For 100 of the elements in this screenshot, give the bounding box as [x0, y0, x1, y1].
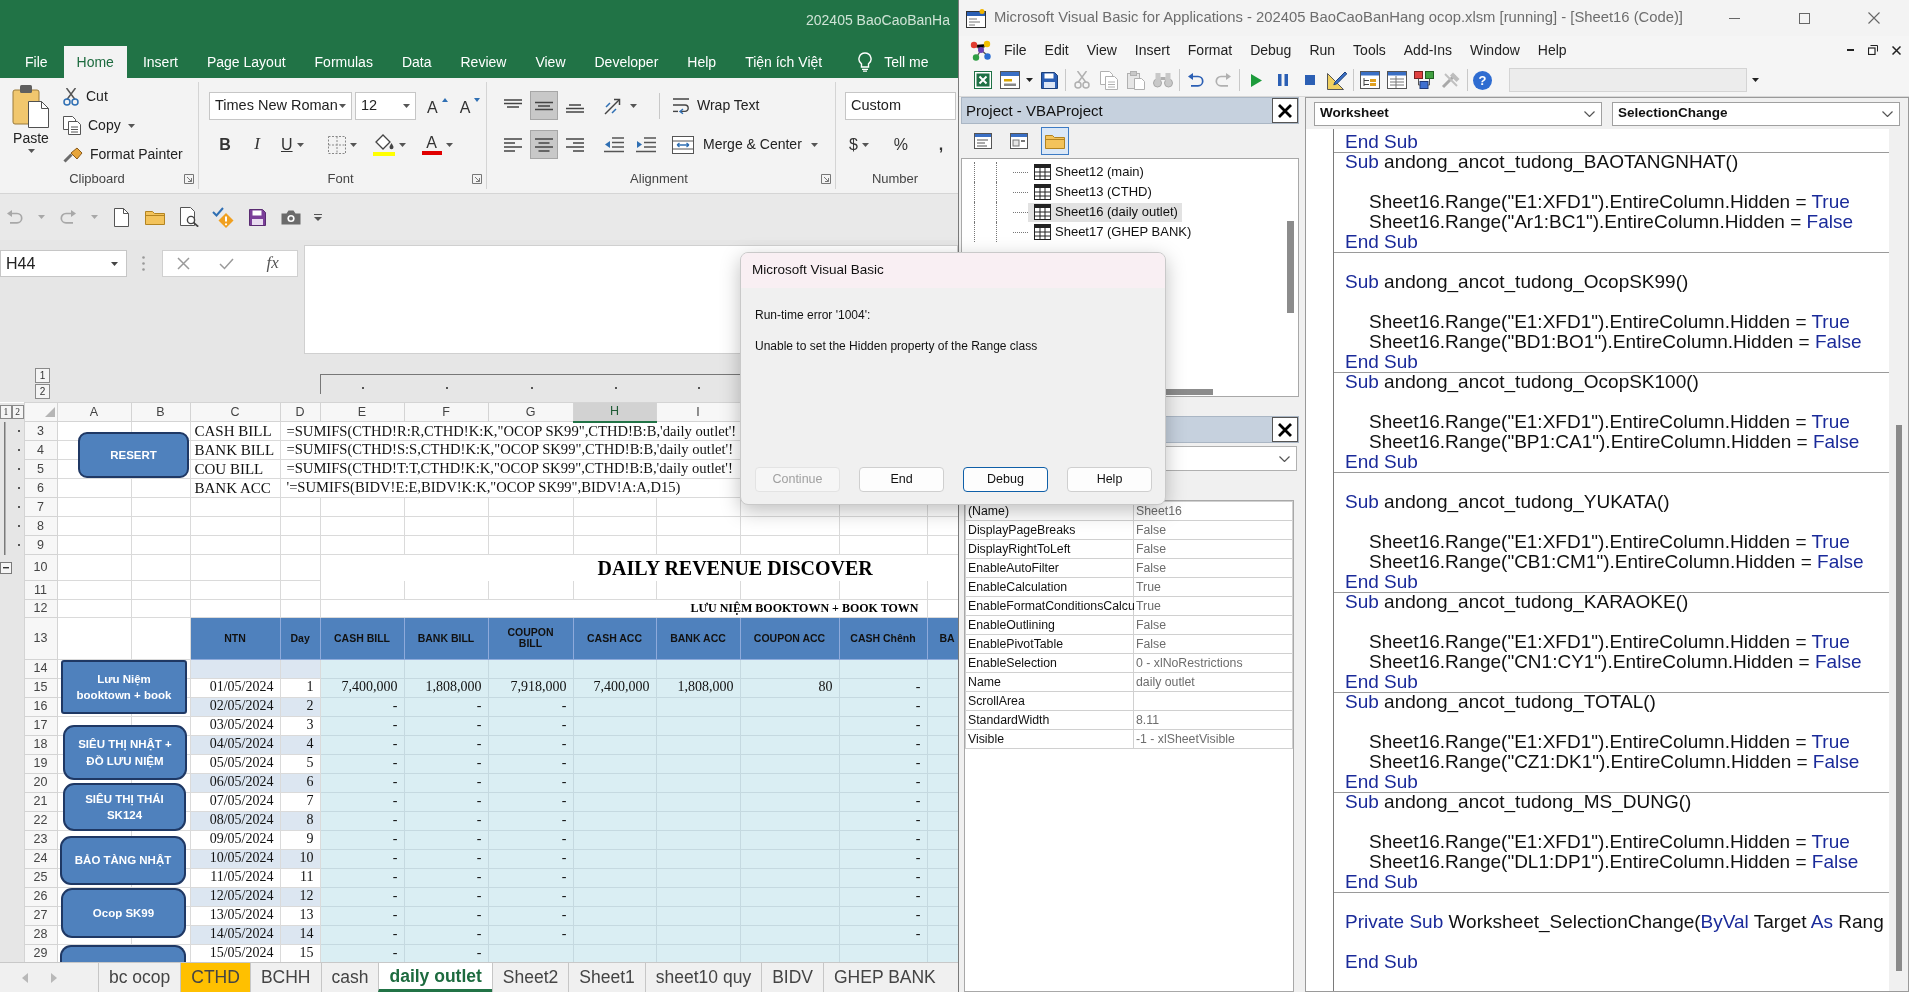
column-header[interactable]: CASH BILL	[320, 617, 404, 660]
tree-item[interactable]: Sheet17 (GHEP BANK)	[1028, 222, 1196, 242]
sheet-tab[interactable]: Sheet2	[491, 963, 569, 992]
maximize-icon[interactable]	[1798, 12, 1810, 24]
menu-item[interactable]: Run	[1300, 41, 1345, 59]
currency-button[interactable]: $	[845, 130, 873, 159]
menu-item[interactable]: Add-Ins	[1394, 41, 1462, 59]
close-icon[interactable]	[1277, 421, 1293, 438]
close-icon[interactable]	[1892, 45, 1901, 55]
ribbon-tab[interactable]: Insert	[129, 46, 191, 78]
column-header[interactable]: NTN	[190, 617, 280, 660]
property-name[interactable]: EnablePivotTable	[965, 634, 1134, 654]
minimize-icon[interactable]	[1728, 17, 1740, 19]
property-value[interactable]: False	[1133, 520, 1293, 540]
cut-button[interactable]: Cut	[61, 84, 185, 109]
sheet-column-header[interactable]: C	[190, 402, 280, 422]
menu-item[interactable]: Insert	[1125, 41, 1179, 59]
menu-item[interactable]: Format	[1178, 41, 1242, 59]
property-name[interactable]: EnableCalculation	[965, 577, 1134, 597]
play-icon[interactable]	[1250, 73, 1262, 87]
number-format-field[interactable]: Custom	[845, 91, 956, 120]
sheet-column-header[interactable]: E	[320, 402, 404, 422]
macro-button[interactable]: Lưu Niệm booktown + book	[61, 660, 187, 714]
property-name[interactable]: Visible	[965, 729, 1134, 749]
sheet-column-header[interactable]: F	[404, 402, 488, 422]
column-header[interactable]: BANK BILL	[404, 617, 488, 660]
ribbon-tab[interactable]: Formulas	[301, 46, 386, 78]
ribbon-tab[interactable]: Page Layout	[193, 46, 299, 78]
sheet-column-header[interactable]: G	[488, 402, 573, 422]
ribbon-tab[interactable]: Help	[674, 46, 730, 78]
customize-caret-icon[interactable]	[314, 213, 322, 221]
property-value[interactable]: daily outlet	[1133, 672, 1293, 692]
object-dropdown[interactable]: Worksheet	[1314, 101, 1602, 126]
property-value[interactable]: 8.11	[1133, 710, 1293, 730]
property-name[interactable]: EnableSelection	[965, 653, 1134, 673]
menu-item[interactable]: Help	[1528, 41, 1576, 59]
help-button[interactable]: ?	[1473, 70, 1492, 90]
property-name[interactable]: EnableOutlining	[965, 615, 1134, 635]
underline-button[interactable]: U	[277, 130, 308, 159]
menu-item[interactable]: Tools	[1344, 41, 1395, 59]
percent-button[interactable]: %	[888, 130, 913, 159]
menu-item[interactable]: Edit	[1035, 41, 1078, 59]
launcher-icon[interactable]	[472, 174, 482, 184]
property-name[interactable]: EnableAutoFilter	[965, 558, 1134, 578]
close-button[interactable]	[1272, 417, 1298, 442]
macro-button[interactable]: SIÊU THỊ THÁI SK124	[63, 783, 186, 831]
scrollbar-thumb[interactable]	[1286, 221, 1294, 313]
property-name[interactable]: DisplayRightToLeft	[965, 539, 1134, 559]
macro-button[interactable]	[60, 945, 186, 962]
dialog-button[interactable]: Help	[1067, 467, 1152, 492]
property-name[interactable]: ScrollArea	[965, 691, 1134, 711]
sheet-tab[interactable]: Sheet1	[568, 963, 645, 992]
name-box[interactable]: H44	[0, 250, 127, 277]
property-name[interactable]: EnableFormatConditionsCalcu	[965, 596, 1134, 616]
tree-item[interactable]: Sheet16 (daily outlet)	[1028, 202, 1182, 222]
column-header[interactable]: COUPON BILL	[488, 617, 573, 660]
property-value[interactable]: False	[1133, 558, 1293, 578]
sheet-tab[interactable]: BCHH	[249, 963, 321, 992]
property-name[interactable]: StandardWidth	[965, 710, 1134, 730]
align-center-button[interactable]	[530, 130, 558, 159]
sheet-column-header[interactable]: B	[131, 402, 190, 422]
ribbon-tab[interactable]: Tiện ích Việt	[732, 46, 836, 78]
property-value[interactable]: 0 - xlNoRestrictions	[1133, 653, 1293, 673]
property-name[interactable]: Name	[965, 672, 1134, 692]
sheet-column-header[interactable]: A	[57, 402, 131, 422]
row-header[interactable]: 13	[24, 617, 57, 660]
column-header[interactable]: COUPON ACC	[740, 617, 839, 660]
close-button[interactable]	[1272, 98, 1298, 123]
macro-button[interactable]: RESERT	[78, 432, 189, 478]
row-header[interactable]: 10	[24, 554, 57, 581]
cancel-icon[interactable]	[177, 257, 191, 270]
scrollbar-thumb[interactable]	[1895, 425, 1902, 971]
merge-center-button[interactable]: Merge & Center	[670, 132, 820, 157]
copy-button[interactable]: Copy	[61, 113, 185, 138]
menu-item[interactable]: View	[1077, 41, 1126, 59]
print-preview-button[interactable]	[178, 205, 200, 229]
column-header[interactable]: BANK ACC	[656, 617, 740, 660]
view-excel-button[interactable]	[972, 68, 994, 92]
paste-button[interactable]: Paste	[8, 82, 54, 169]
sheet-tab[interactable]: GHEP BANK	[823, 963, 946, 992]
code-window-icon[interactable]	[974, 133, 992, 149]
menu-item[interactable]: Debug	[1241, 41, 1301, 59]
dialog-button[interactable]: End	[859, 467, 944, 492]
comma-button[interactable]: ,	[928, 130, 953, 159]
ribbon-tab[interactable]: View	[522, 46, 579, 78]
property-value[interactable]: False	[1133, 634, 1293, 654]
sheet-tab[interactable]: daily outlet	[378, 963, 492, 992]
font-color-button[interactable]: A	[417, 130, 457, 159]
launcher-icon[interactable]	[184, 174, 194, 184]
property-value[interactable]: -1 - xlSheetVisible	[1133, 729, 1293, 749]
form-window-icon[interactable]	[1010, 133, 1028, 149]
pause-icon[interactable]	[1278, 74, 1288, 86]
check-icon[interactable]	[218, 257, 234, 270]
macro-button[interactable]: Ocop SK99	[61, 888, 186, 938]
column-header[interactable]: CASH Chênh	[839, 617, 927, 660]
ribbon-tab[interactable]: Review	[447, 46, 520, 78]
align-middle-button[interactable]	[530, 91, 558, 120]
outline-level-button[interactable]: 1	[35, 368, 50, 383]
procedure-dropdown[interactable]: SelectionChange	[1612, 101, 1900, 126]
sheet-tab[interactable]: sheet10 quy	[644, 963, 762, 992]
